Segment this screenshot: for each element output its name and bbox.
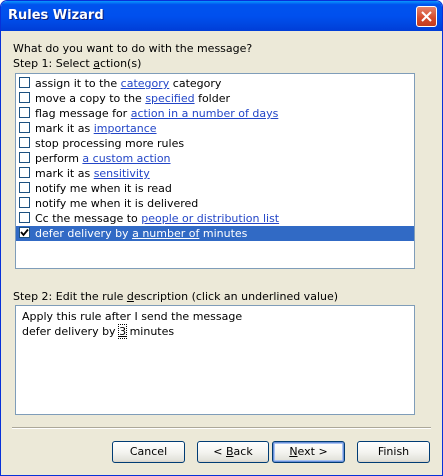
action-checkbox[interactable] xyxy=(19,212,30,223)
checkmark-icon xyxy=(20,228,29,237)
question-label: What do you want to do with the message? xyxy=(13,42,253,55)
step1-label: Step 1: Select action(s) xyxy=(13,57,142,70)
action-checkbox-checked[interactable] xyxy=(19,227,30,238)
action-item-category[interactable]: assign it to the category category xyxy=(16,76,414,91)
action-checkbox[interactable] xyxy=(19,77,30,88)
action-item-flag-message[interactable]: flag message for action in a number of d… xyxy=(16,106,414,121)
actions-list[interactable]: assign it to the category category move … xyxy=(15,73,415,269)
flag-action-link[interactable]: action in a number of days xyxy=(131,107,279,120)
action-item-cc-message[interactable]: Cc the message to people or distribution… xyxy=(16,211,414,226)
action-checkbox[interactable] xyxy=(19,122,30,133)
next-button[interactable]: Next > xyxy=(272,441,345,463)
description-line-2: defer delivery by 3 minutes xyxy=(22,324,175,339)
action-item-sensitivity[interactable]: mark it as sensitivity xyxy=(16,166,414,181)
action-item-defer-delivery[interactable]: defer delivery by a number of minutes xyxy=(16,226,414,241)
action-item-notify-delivered[interactable]: notify me when it is delivered xyxy=(16,196,414,211)
action-checkbox[interactable] xyxy=(19,197,30,208)
action-checkbox[interactable] xyxy=(19,92,30,103)
action-item-importance[interactable]: mark it as importance xyxy=(16,121,414,136)
action-checkbox[interactable] xyxy=(19,167,30,178)
importance-link[interactable]: importance xyxy=(94,122,157,135)
rules-wizard-window: Rules Wizard What do you want to do with… xyxy=(0,0,443,476)
close-button[interactable] xyxy=(416,6,437,27)
rule-description-box[interactable]: Apply this rule after I send the message… xyxy=(15,305,415,415)
title-bar[interactable]: Rules Wizard xyxy=(1,1,442,31)
back-button[interactable]: < Back xyxy=(197,441,269,463)
finish-button[interactable]: Finish xyxy=(357,441,430,463)
close-icon xyxy=(421,11,432,22)
action-item-stop-processing[interactable]: stop processing more rules xyxy=(16,136,414,151)
action-checkbox[interactable] xyxy=(19,107,30,118)
description-line-1: Apply this rule after I send the message xyxy=(22,310,243,323)
people-list-link[interactable]: people or distribution list xyxy=(141,212,279,225)
number-of-minutes-link[interactable]: a number of xyxy=(132,227,199,240)
action-checkbox[interactable] xyxy=(19,182,30,193)
category-link[interactable]: category xyxy=(121,77,170,90)
action-item-move-copy[interactable]: move a copy to the specified folder xyxy=(16,91,414,106)
sensitivity-link[interactable]: sensitivity xyxy=(94,167,150,180)
action-item-notify-read[interactable]: notify me when it is read xyxy=(16,181,414,196)
specified-folder-link[interactable]: specified xyxy=(145,92,194,105)
action-checkbox[interactable] xyxy=(19,137,30,148)
step2-label: Step 2: Edit the rule description (click… xyxy=(13,290,339,303)
dialog-body: What do you want to do with the message?… xyxy=(4,31,439,472)
custom-action-link[interactable]: a custom action xyxy=(82,152,170,165)
action-item-custom-action[interactable]: perform a custom action xyxy=(16,151,414,166)
window-title: Rules Wizard xyxy=(8,8,104,23)
cancel-button[interactable]: Cancel xyxy=(112,441,185,463)
separator xyxy=(12,427,431,429)
action-checkbox[interactable] xyxy=(19,152,30,163)
